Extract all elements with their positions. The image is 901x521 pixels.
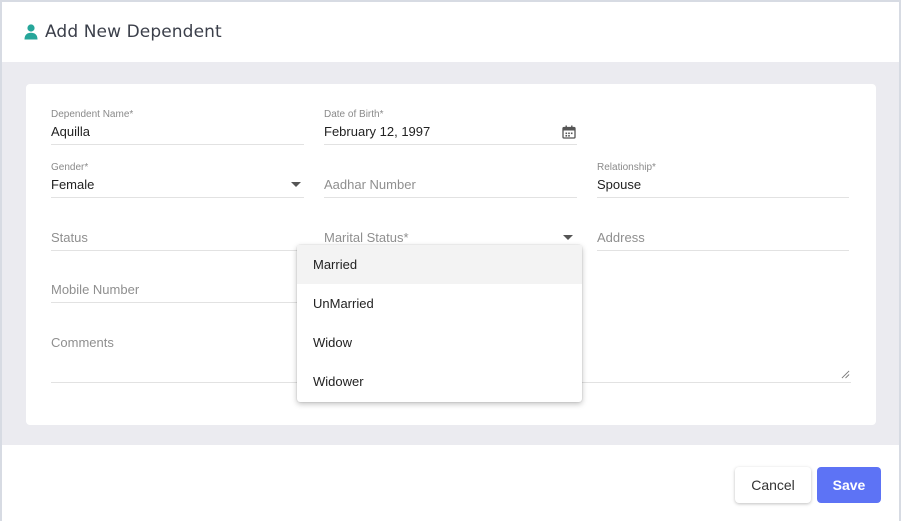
dialog-title: Add New Dependent <box>45 22 222 42</box>
resize-handle-icon[interactable] <box>841 370 850 379</box>
address-field[interactable]: Address <box>597 212 849 251</box>
relationship-label: Relationship* <box>597 162 656 173</box>
menu-option-widower[interactable]: Widower <box>297 362 582 401</box>
cancel-button[interactable]: Cancel <box>735 467 811 503</box>
mobile-number-field[interactable]: Mobile Number <box>51 264 304 303</box>
date-of-birth-field[interactable]: Date of Birth* February 12, 1997 <box>324 106 577 145</box>
dependent-name-label: Dependent Name* <box>51 109 134 120</box>
comments-placeholder[interactable]: Comments <box>51 335 114 350</box>
dialog-footer: Cancel Save <box>2 445 899 521</box>
dependent-name-value[interactable]: Aquilla <box>51 124 90 139</box>
chevron-down-icon[interactable] <box>563 235 573 240</box>
save-button[interactable]: Save <box>817 467 881 503</box>
date-of-birth-label: Date of Birth* <box>324 109 384 120</box>
aadhar-number-placeholder[interactable]: Aadhar Number <box>324 177 416 192</box>
menu-option-unmarried[interactable]: UnMarried <box>297 284 582 323</box>
relationship-value[interactable]: Spouse <box>597 177 641 192</box>
date-of-birth-value[interactable]: February 12, 1997 <box>324 124 430 139</box>
chevron-down-icon[interactable] <box>291 182 301 187</box>
status-placeholder[interactable]: Status <box>51 230 88 245</box>
mobile-number-placeholder[interactable]: Mobile Number <box>51 282 139 297</box>
gender-select[interactable]: Gender* Female <box>51 159 304 198</box>
calendar-icon[interactable] <box>562 125 576 139</box>
marital-status-menu: Married UnMarried Widow Widower <box>297 245 582 402</box>
person-icon <box>24 24 38 40</box>
address-placeholder[interactable]: Address <box>597 230 645 245</box>
status-field[interactable]: Status <box>51 212 304 251</box>
aadhar-number-field[interactable]: Aadhar Number <box>324 159 577 198</box>
relationship-field[interactable]: Relationship* Spouse <box>597 159 849 198</box>
dependent-name-field[interactable]: Dependent Name* Aquilla <box>51 106 304 145</box>
dialog-header: Add New Dependent <box>2 2 899 62</box>
gender-value[interactable]: Female <box>51 177 94 192</box>
menu-option-married[interactable]: Married <box>297 245 582 284</box>
gender-label: Gender* <box>51 162 89 173</box>
menu-option-widow[interactable]: Widow <box>297 323 582 362</box>
marital-status-placeholder[interactable]: Marital Status* <box>324 230 409 245</box>
